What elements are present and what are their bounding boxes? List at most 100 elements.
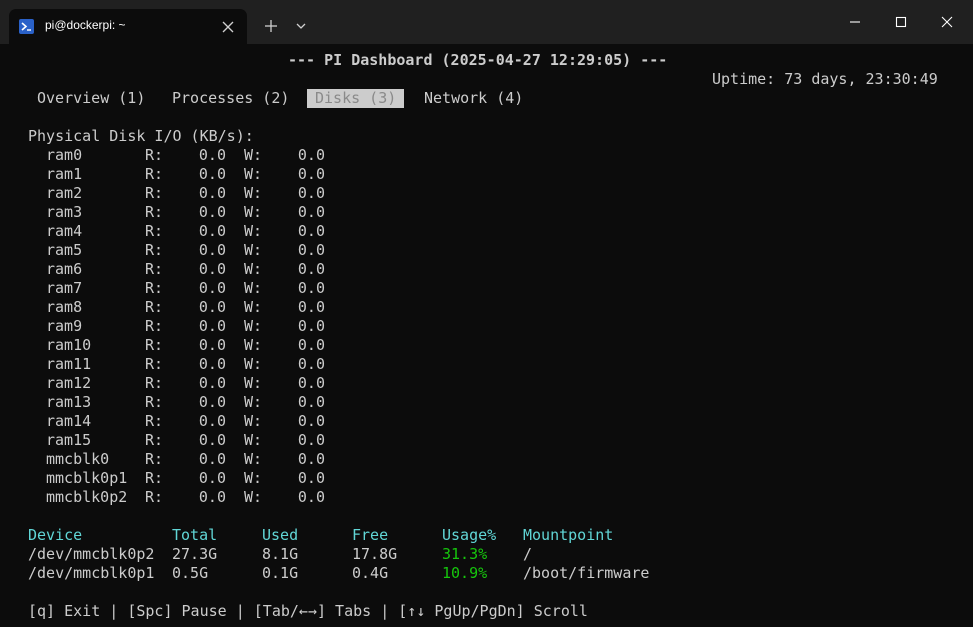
disk-read-label: R: [145, 355, 164, 373]
disk-write-value: 0.0 [297, 469, 325, 487]
disk-read-label: R: [145, 184, 164, 202]
disk-write-value: 0.0 [297, 317, 325, 335]
disk-write-value: 0.0 [297, 184, 325, 202]
disk-write-value: 0.0 [297, 488, 325, 506]
disk-read-value: 0.0 [198, 279, 226, 297]
disk-name: ram14 [46, 412, 92, 430]
disk-read-value: 0.0 [198, 298, 226, 316]
disk-write-label: W: [244, 184, 263, 202]
disk-read-label: R: [145, 241, 164, 259]
disk-write-value: 0.0 [297, 203, 325, 221]
disk-write-label: W: [244, 260, 263, 278]
fs-header-free: Free [352, 526, 389, 544]
disk-write-label: W: [244, 165, 263, 183]
disk-read-value: 0.0 [198, 488, 226, 506]
disk-read-value: 0.0 [198, 184, 226, 202]
disk-read-label: R: [145, 260, 164, 278]
fs-header-mountpoint: Mountpoint [523, 526, 614, 544]
disk-read-value: 0.0 [198, 412, 226, 430]
disk-read-label: R: [145, 488, 164, 506]
tab-overview[interactable]: Overview (1) [37, 89, 145, 108]
disk-write-value: 0.0 [297, 450, 325, 468]
disk-read-value: 0.0 [198, 355, 226, 373]
disk-write-value: 0.0 [297, 412, 325, 430]
minimize-icon[interactable] [845, 12, 865, 32]
tab-title: pi@dockerpi: ~ [45, 18, 126, 32]
fs-row-total: 27.3G [172, 545, 218, 563]
terminal-tab[interactable]: pi@dockerpi: ~ [9, 9, 247, 44]
fs-row-usage: 10.9% [442, 564, 488, 582]
disk-write-value: 0.0 [297, 298, 325, 316]
disk-read-label: R: [145, 336, 164, 354]
tab-processes[interactable]: Processes (2) [172, 89, 289, 108]
disk-name: ram7 [46, 279, 83, 297]
disk-name: ram12 [46, 374, 92, 392]
fs-row-free: 0.4G [352, 564, 389, 582]
new-tab-plus-icon[interactable] [261, 16, 281, 36]
disk-read-label: R: [145, 165, 164, 183]
disk-write-label: W: [244, 146, 263, 164]
disk-write-value: 0.0 [297, 146, 325, 164]
disk-name: ram5 [46, 241, 83, 259]
title-bar: pi@dockerpi: ~ [0, 0, 973, 44]
terminal-window: pi@dockerpi: ~ --- PI Dashboard (2025-04… [0, 0, 973, 627]
maximize-icon[interactable] [891, 12, 911, 32]
disk-read-value: 0.0 [198, 336, 226, 354]
disk-name: ram0 [46, 146, 83, 164]
tab-close-icon[interactable] [218, 17, 238, 37]
terminal-content[interactable]: --- PI Dashboard (2025-04-27 12:29:05) -… [0, 44, 973, 627]
fs-row-total: 0.5G [172, 564, 209, 582]
disk-write-label: W: [244, 431, 263, 449]
disk-read-label: R: [145, 450, 164, 468]
disk-name: mmcblk0p2 [46, 488, 128, 506]
disk-write-label: W: [244, 317, 263, 335]
footer-keybindings: [q] Exit | [Spc] Pause | [Tab/←→] Tabs |… [28, 602, 588, 620]
disk-name: ram1 [46, 165, 83, 183]
disk-write-label: W: [244, 279, 263, 297]
uptime-text: Uptime: 73 days, 23:30:49 [712, 70, 938, 88]
disk-read-label: R: [145, 393, 164, 411]
disk-name: ram3 [46, 203, 83, 221]
disk-write-label: W: [244, 336, 263, 354]
disk-read-label: R: [145, 222, 164, 240]
disk-read-value: 0.0 [198, 431, 226, 449]
fs-header-total: Total [172, 526, 218, 544]
fs-row-device: /dev/mmcblk0p2 [28, 545, 155, 563]
disk-write-label: W: [244, 374, 263, 392]
disk-read-label: R: [145, 203, 164, 221]
disk-name: ram13 [46, 393, 92, 411]
disk-write-value: 0.0 [297, 336, 325, 354]
fs-header-device: Device [28, 526, 83, 544]
disk-name: mmcblk0p1 [46, 469, 128, 487]
disk-write-value: 0.0 [297, 165, 325, 183]
disk-write-value: 0.0 [297, 241, 325, 259]
fs-row-used: 0.1G [262, 564, 299, 582]
chevron-down-icon[interactable] [292, 17, 310, 35]
disk-name: ram9 [46, 317, 83, 335]
disk-read-value: 0.0 [198, 374, 226, 392]
disk-write-label: W: [244, 412, 263, 430]
tab-disks[interactable]: Disks (3) [307, 89, 405, 108]
disk-name: ram2 [46, 184, 83, 202]
disk-read-value: 0.0 [198, 393, 226, 411]
disk-write-label: W: [244, 298, 263, 316]
fs-row-usage: 31.3% [442, 545, 488, 563]
dashboard-header: --- PI Dashboard (2025-04-27 12:29:05) -… [288, 51, 668, 69]
disk-read-label: R: [145, 317, 164, 335]
disk-write-label: W: [244, 469, 263, 487]
disk-name: ram11 [46, 355, 92, 373]
disk-read-value: 0.0 [198, 469, 226, 487]
close-window-icon[interactable] [937, 12, 957, 32]
disk-read-value: 0.0 [198, 317, 226, 335]
disk-read-value: 0.0 [198, 222, 226, 240]
tab-network[interactable]: Network (4) [424, 89, 523, 108]
disk-read-label: R: [145, 412, 164, 430]
disk-read-value: 0.0 [198, 241, 226, 259]
disk-write-label: W: [244, 450, 263, 468]
disk-write-label: W: [244, 488, 263, 506]
disk-name: ram8 [46, 298, 83, 316]
disk-read-value: 0.0 [198, 203, 226, 221]
disk-read-label: R: [145, 298, 164, 316]
disk-read-label: R: [145, 279, 164, 297]
disk-write-label: W: [244, 241, 263, 259]
